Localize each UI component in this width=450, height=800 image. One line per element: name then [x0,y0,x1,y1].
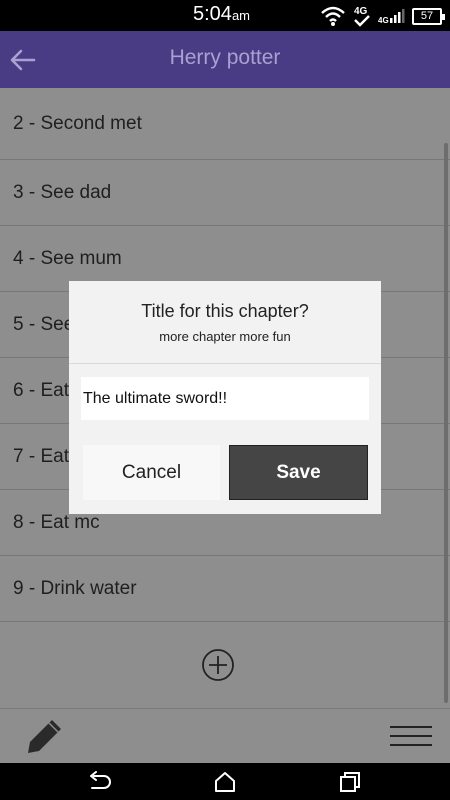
add-circle-icon[interactable] [201,648,235,682]
back-icon[interactable] [88,771,112,793]
hamburger-menu-icon[interactable] [390,725,432,747]
clock: 5:04am [193,3,250,26]
svg-text:4G: 4G [378,16,389,25]
bottom-toolbar [0,708,450,763]
svg-text:4G: 4G [354,6,368,17]
divider [69,363,381,364]
status-icons: 4G 4G 57 [320,4,445,28]
scrollbar[interactable] [444,143,448,703]
recents-icon[interactable] [338,771,362,793]
chapter-title-dialog: Title for this chapter? more chapter mor… [69,281,381,514]
chapter-item[interactable]: 3 - See dad [0,160,450,226]
page-title: Herry potter [169,46,281,69]
clock-ampm: am [231,8,250,23]
home-icon[interactable] [213,771,237,793]
chapter-item[interactable]: 2 - Second met [0,88,450,160]
save-button[interactable]: Save [229,445,368,500]
chapter-item[interactable]: 9 - Drink water [0,556,450,622]
pencil-icon[interactable] [26,717,64,755]
cancel-button[interactable]: Cancel [83,445,220,500]
dialog-subtitle: more chapter more fun [159,329,291,344]
signal-icon: 4G [378,9,405,25]
wifi-icon [321,6,345,26]
dialog-title: Title for this chapter? [141,301,309,321]
status-bar: 5:04am 4G 4G 57 [0,0,450,31]
app-bar: Herry potter [0,31,450,88]
system-nav-bar [0,763,450,800]
4g-check-icon: 4G [354,6,370,27]
chapter-title-input[interactable] [81,377,369,420]
battery-indicator: 57 [412,7,445,25]
battery-level: 57 [420,10,434,22]
clock-time: 5:04 [193,3,232,25]
